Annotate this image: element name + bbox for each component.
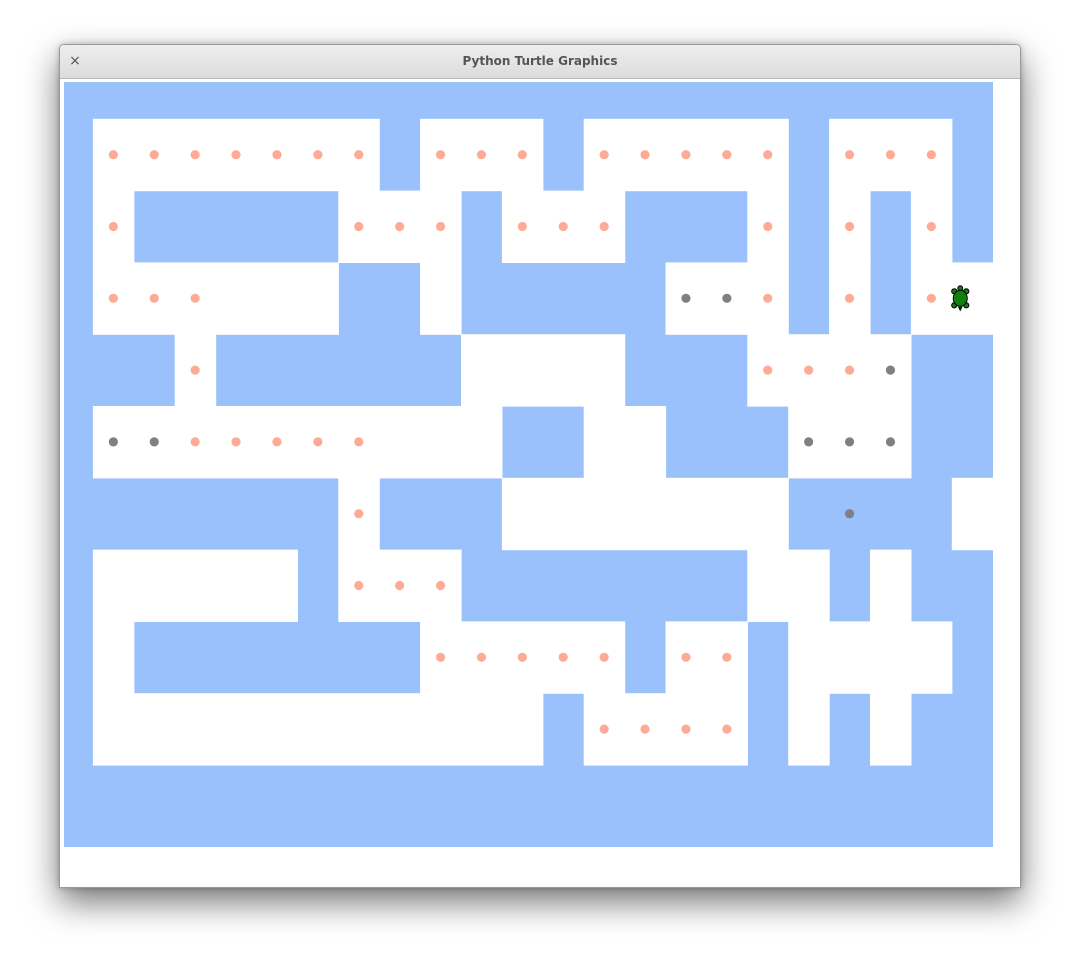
pellet: [395, 580, 405, 591]
pellet: [681, 724, 691, 734]
pellet: [190, 293, 200, 303]
pellet: [231, 150, 241, 160]
window-title: Python Turtle Graphics: [462, 54, 618, 68]
pellet: [722, 724, 732, 734]
pellet: [354, 509, 364, 519]
pellet: [435, 221, 446, 232]
visited-pellet: [804, 437, 814, 447]
pellet: [313, 437, 323, 447]
pellet: [763, 221, 773, 232]
pellet: [108, 221, 118, 232]
turtle-canvas[interactable]: [64, 82, 1019, 887]
pellet: [763, 365, 773, 375]
pellet: [599, 221, 609, 232]
pellet: [517, 221, 527, 232]
turtle-window: × Python Turtle Graphics: [59, 44, 1021, 888]
visited-pellet: [108, 437, 118, 447]
pellet: [804, 365, 814, 375]
pellet: [844, 150, 855, 160]
pellet: [926, 150, 936, 160]
maze-path-segment: [747, 549, 830, 622]
pellet: [108, 293, 118, 303]
maze-path-segment: [870, 693, 912, 766]
visited-pellet: [885, 437, 896, 447]
pellet: [149, 150, 159, 160]
pellet: [190, 437, 200, 447]
maze-drawing: [64, 82, 1019, 887]
maze-path-segment: [420, 262, 462, 335]
pellet: [395, 221, 405, 232]
pellet: [681, 150, 691, 160]
pellet: [681, 652, 691, 662]
pellet: [231, 437, 241, 447]
pellet: [313, 150, 323, 160]
turtle-icon: [951, 285, 970, 312]
maze-path-segment: [910, 262, 994, 335]
pellet: [272, 150, 282, 160]
pellet: [272, 437, 282, 447]
maze-path-segment: [92, 549, 299, 622]
visited-pellet: [681, 293, 691, 303]
pellet: [844, 221, 855, 232]
pellet: [599, 652, 609, 662]
pellet: [108, 150, 118, 160]
maze-path-segment: [92, 262, 339, 335]
pellet: [599, 150, 609, 160]
title-bar[interactable]: × Python Turtle Graphics: [60, 45, 1020, 79]
pellet: [476, 652, 487, 662]
pellet: [763, 150, 773, 160]
pellet: [354, 437, 364, 447]
maze-path-segment: [665, 621, 748, 694]
pellet: [844, 365, 855, 375]
pellet: [517, 150, 527, 160]
pellet: [844, 293, 855, 303]
pellet: [354, 150, 364, 160]
maze-path-segment: [583, 406, 667, 479]
pellet: [558, 652, 568, 662]
maze-path-segment: [92, 621, 135, 694]
pellet: [149, 293, 159, 303]
pellet: [640, 150, 650, 160]
maze-path-segment: [870, 549, 912, 622]
maze-path-segment: [788, 693, 830, 766]
maze-path-segment: [461, 334, 626, 407]
maze-path-segment: [951, 477, 994, 551]
pellet: [354, 580, 364, 591]
pellet: [722, 652, 732, 662]
pellet: [435, 580, 446, 591]
pellet: [640, 724, 650, 734]
canvas-margin-right: [993, 82, 1019, 887]
visited-pellet: [149, 437, 159, 447]
pellet: [763, 293, 773, 303]
maze-path-segment: [92, 693, 544, 766]
pellet: [435, 652, 446, 662]
pellet: [435, 150, 446, 160]
pellet: [190, 365, 200, 375]
maze-path-segment: [501, 477, 789, 551]
pellet: [517, 652, 527, 662]
visited-pellet: [844, 509, 855, 519]
visited-pellet: [885, 365, 896, 375]
pellet: [599, 724, 609, 734]
pellet: [190, 150, 200, 160]
pellet: [926, 221, 936, 232]
pellet: [885, 150, 896, 160]
pellet: [354, 221, 364, 232]
pellet: [558, 221, 568, 232]
visited-pellet: [844, 437, 855, 447]
pellet: [476, 150, 487, 160]
pellet: [926, 293, 936, 303]
pellet: [722, 150, 732, 160]
visited-pellet: [722, 293, 732, 303]
maze-path-segment: [788, 621, 953, 694]
canvas-margin-bottom: [64, 847, 1019, 887]
